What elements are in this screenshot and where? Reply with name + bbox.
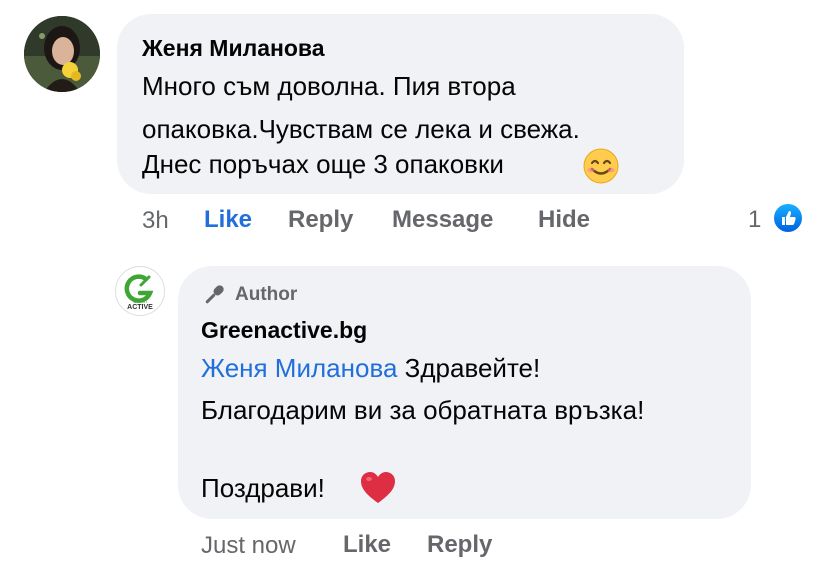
reply-greeting: Здравейте! — [397, 353, 541, 383]
reply-reply-button[interactable]: Reply — [427, 531, 492, 559]
comment-line-3: Днес поръчах още 3 опаковки — [142, 149, 504, 179]
logo-text-bottom: ACTIVE — [127, 304, 153, 311]
greenactive-logo: Green ACTIVE — [124, 274, 154, 311]
page-avatar[interactable]: Green ACTIVE — [115, 266, 165, 316]
comment-line-1: Много съм доволна. Пия втора — [142, 71, 516, 101]
hide-button[interactable]: Hide — [538, 206, 590, 234]
smiling-face-icon — [583, 148, 619, 184]
comment-author[interactable]: Женя Миланова — [142, 35, 325, 62]
microphone-icon — [205, 285, 224, 304]
comment-timestamp[interactable]: 3h — [142, 207, 169, 235]
red-heart-icon — [359, 470, 397, 506]
like-reaction-icon[interactable] — [772, 202, 804, 234]
reply-line-3: Поздрави! — [201, 473, 325, 503]
avatar-photo — [24, 16, 100, 92]
mention-link[interactable]: Женя Миланова — [201, 353, 397, 383]
reply-like-button[interactable]: Like — [343, 531, 391, 559]
reply-line-2: Благодарим ви за обратната връзка! — [201, 395, 645, 425]
author-badge-label: Author — [235, 284, 298, 305]
reply-author[interactable]: Greenactive.bg — [201, 317, 367, 344]
reaction-count[interactable]: 1 — [748, 206, 761, 234]
author-badge: Author — [201, 283, 297, 307]
reply-line-1: Женя Миланова Здравейте! — [201, 347, 540, 390]
reply-timestamp[interactable]: Just now — [201, 532, 296, 560]
like-button[interactable]: Like — [204, 206, 252, 234]
message-button[interactable]: Message — [392, 206, 493, 234]
commenter-avatar[interactable] — [24, 16, 100, 92]
reply-button[interactable]: Reply — [288, 206, 353, 234]
